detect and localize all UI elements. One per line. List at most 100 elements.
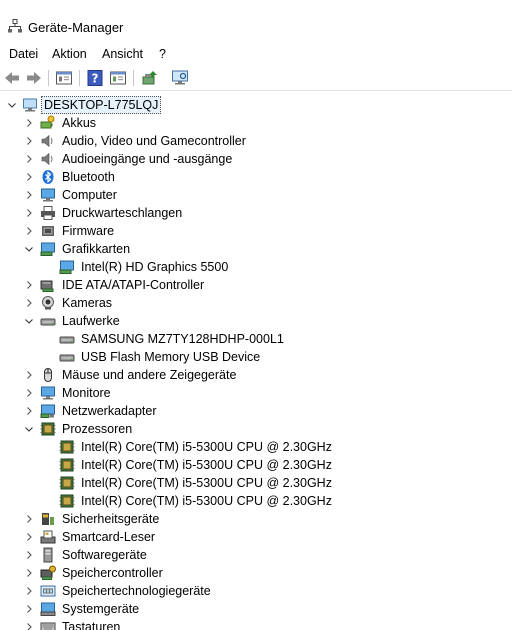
category-label: Smartcard-Leser	[62, 530, 156, 544]
window-title: Geräte-Manager	[28, 20, 124, 35]
chevron-right-icon[interactable]	[24, 208, 34, 218]
camera-icon	[40, 295, 56, 311]
properties-icon[interactable]	[55, 69, 73, 87]
tree-device[interactable]: Intel(R) Core(TM) i5-5300U CPU @ 2.30GHz	[0, 474, 512, 492]
monitor-icon	[40, 187, 56, 203]
chevron-right-icon[interactable]	[24, 154, 34, 164]
device-label: Intel(R) Core(TM) i5-5300U CPU @ 2.30GHz	[81, 458, 332, 472]
forward-icon[interactable]	[25, 69, 43, 87]
tree-category[interactable]: Netzwerkadapter	[0, 402, 512, 420]
chevron-right-icon[interactable]	[24, 226, 34, 236]
firmware-icon	[40, 223, 56, 239]
chevron-right-icon[interactable]	[24, 388, 34, 398]
tree-category[interactable]: Grafikkarten	[0, 240, 512, 258]
chevron-down-icon[interactable]	[24, 244, 34, 254]
chevron-right-icon[interactable]	[24, 514, 34, 524]
tree-category[interactable]: Smartcard-Leser	[0, 528, 512, 546]
tree-category[interactable]: Mäuse und andere Zeigegeräte	[0, 366, 512, 384]
processor-icon	[59, 457, 75, 473]
network-adapter-icon	[40, 403, 56, 419]
category-label: Speichertechnologiegeräte	[62, 584, 211, 598]
drive-icon	[59, 331, 75, 347]
tree-category[interactable]: Akkus	[0, 114, 512, 132]
tree-device[interactable]: Intel(R) Core(TM) i5-5300U CPU @ 2.30GHz	[0, 492, 512, 510]
chevron-down-icon[interactable]	[7, 100, 17, 110]
device-label: USB Flash Memory USB Device	[81, 350, 261, 364]
tree-device[interactable]: SAMSUNG MZ7TY128HDHP-000L1	[0, 330, 512, 348]
back-icon[interactable]	[3, 69, 21, 87]
chevron-right-icon[interactable]	[24, 622, 34, 630]
tree-category[interactable]: Softwaregeräte	[0, 546, 512, 564]
menu-bar: Datei Aktion Ansicht ?	[0, 44, 512, 64]
chevron-right-icon[interactable]	[24, 280, 34, 290]
mouse-icon	[40, 367, 56, 383]
tree-category[interactable]: Firmware	[0, 222, 512, 240]
device-tree[interactable]: DESKTOP-L775LQJ Akkus Audio, Video und Gam…	[0, 94, 512, 630]
chevron-right-icon[interactable]	[24, 298, 34, 308]
speaker-icon	[40, 133, 56, 149]
tree-device[interactable]: Intel(R) Core(TM) i5-5300U CPU @ 2.30GHz	[0, 456, 512, 474]
tree-root[interactable]: DESKTOP-L775LQJ	[0, 96, 512, 114]
monitor-icon	[40, 385, 56, 401]
display-adapter-icon	[40, 241, 56, 257]
tree-category[interactable]: Kameras	[0, 294, 512, 312]
system-device-icon	[40, 601, 56, 617]
processor-icon	[59, 475, 75, 491]
category-label: Prozessoren	[62, 422, 133, 436]
security-device-icon	[40, 511, 56, 527]
keyboard-icon	[40, 619, 56, 630]
scan-hardware-icon[interactable]	[171, 69, 189, 87]
tree-category[interactable]: Systemgeräte	[0, 600, 512, 618]
device-label: SAMSUNG MZ7TY128HDHP-000L1	[81, 332, 284, 346]
category-label: Audio, Video und Gamecontroller	[62, 134, 246, 148]
tree-category[interactable]: Druckwarteschlangen	[0, 204, 512, 222]
view-icon[interactable]	[109, 69, 127, 87]
bluetooth-icon	[40, 169, 56, 185]
chevron-right-icon[interactable]	[24, 172, 34, 182]
help-icon[interactable]: ?	[86, 69, 104, 87]
category-label: Mäuse und andere Zeigegeräte	[62, 368, 237, 382]
tree-category[interactable]: Monitore	[0, 384, 512, 402]
tree-device[interactable]: USB Flash Memory USB Device	[0, 348, 512, 366]
chevron-right-icon[interactable]	[24, 406, 34, 416]
memory-technology-icon	[40, 583, 56, 599]
tree-category[interactable]: Sicherheitsgeräte	[0, 510, 512, 528]
chevron-right-icon[interactable]	[24, 190, 34, 200]
category-label: Grafikkarten	[62, 242, 131, 256]
tree-category[interactable]: Bluetooth	[0, 168, 512, 186]
update-driver-icon[interactable]	[141, 69, 159, 87]
chevron-down-icon[interactable]	[24, 316, 34, 326]
chevron-right-icon[interactable]	[24, 550, 34, 560]
chevron-right-icon[interactable]	[24, 604, 34, 614]
tree-category[interactable]: Speichercontroller	[0, 564, 512, 582]
device-label: Intel(R) Core(TM) i5-5300U CPU @ 2.30GHz	[81, 494, 332, 508]
tree-category[interactable]: Audio, Video und Gamecontroller	[0, 132, 512, 150]
tree-category[interactable]: Laufwerke	[0, 312, 512, 330]
chevron-right-icon[interactable]	[24, 136, 34, 146]
tree-root-label: DESKTOP-L775LQJ	[41, 96, 162, 114]
chevron-down-icon[interactable]	[24, 424, 34, 434]
menu-ansicht[interactable]: Ansicht	[101, 46, 144, 62]
chevron-right-icon[interactable]	[24, 586, 34, 596]
menu-datei[interactable]: Datei	[8, 46, 39, 62]
category-label: Speichercontroller	[62, 566, 163, 580]
processor-icon	[59, 493, 75, 509]
tree-category[interactable]: Prozessoren	[0, 420, 512, 438]
tree-category[interactable]: Audioeingänge und -ausgänge	[0, 150, 512, 168]
root-computer-icon	[22, 97, 38, 113]
menu-aktion[interactable]: Aktion	[51, 46, 88, 62]
chevron-right-icon[interactable]	[24, 568, 34, 578]
tree-category[interactable]: Computer	[0, 186, 512, 204]
category-label: Systemgeräte	[62, 602, 140, 616]
menu-help[interactable]: ?	[158, 46, 167, 62]
category-label: Kameras	[62, 296, 113, 310]
chevron-right-icon[interactable]	[24, 370, 34, 380]
chevron-right-icon[interactable]	[24, 532, 34, 542]
tree-category[interactable]: IDE ATA/ATAPI-Controller	[0, 276, 512, 294]
tree-device[interactable]: Intel(R) Core(TM) i5-5300U CPU @ 2.30GHz	[0, 438, 512, 456]
tree-category[interactable]: Speichertechnologiegeräte	[0, 582, 512, 600]
tree-category[interactable]: Tastaturen	[0, 618, 512, 630]
battery-icon	[40, 115, 56, 131]
chevron-right-icon[interactable]	[24, 118, 34, 128]
tree-device[interactable]: Intel(R) HD Graphics 5500	[0, 258, 512, 276]
